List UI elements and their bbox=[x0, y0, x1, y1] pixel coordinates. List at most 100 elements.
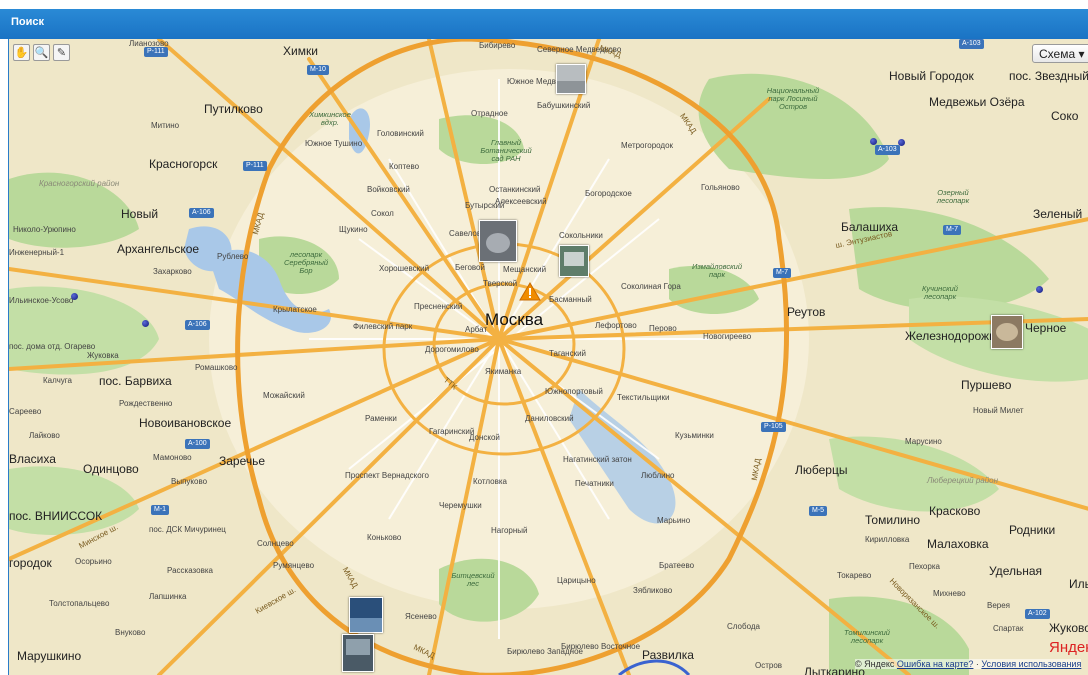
road-shield-m1: М-1 bbox=[151, 505, 170, 515]
city-barvikha: пос. Барвиха bbox=[99, 374, 172, 388]
district-label: Толстопальцево bbox=[49, 599, 110, 608]
district-label: Митино bbox=[151, 121, 180, 130]
district-label: Печатники bbox=[575, 479, 614, 488]
hand-tool-icon[interactable]: ✋ bbox=[13, 44, 30, 61]
district-label: Даниловский bbox=[525, 414, 574, 423]
district-label: Отрадное bbox=[471, 109, 508, 118]
district-label: Лефортово bbox=[595, 321, 637, 330]
district-label: Филевский парк bbox=[353, 322, 413, 331]
district-label: Якиманка bbox=[485, 367, 522, 376]
city-chernoe: Черное bbox=[1025, 321, 1067, 335]
district-label: Солнцево bbox=[257, 539, 294, 548]
map-marker-dot[interactable] bbox=[870, 138, 877, 145]
road-shield-p111: Р-111 bbox=[144, 47, 168, 57]
park-label: Битцевский лес bbox=[451, 571, 495, 588]
district-label: Выпуково bbox=[171, 477, 208, 486]
top-strip bbox=[0, 0, 1088, 9]
district-label: Котловка bbox=[473, 477, 508, 486]
district-label: Головинский bbox=[377, 129, 424, 138]
photo-marker[interactable] bbox=[479, 220, 517, 262]
city-novoivanovskoe: Новоивановское bbox=[139, 416, 232, 430]
map-viewport[interactable]: ✋ 🔍 ✎ Схема ▾ Москва Химки Красногорск А… bbox=[8, 39, 1088, 675]
road-shield-a102: А-102 bbox=[1025, 609, 1050, 619]
city-udelnaya: Удельная bbox=[989, 564, 1043, 578]
city-kraskovo: Красково bbox=[929, 504, 981, 518]
city-odintsovo: Одинцово bbox=[83, 462, 139, 476]
map-marker-dot[interactable] bbox=[71, 293, 78, 300]
ruler-icon[interactable]: ✎ bbox=[53, 44, 70, 61]
park-label: Национальный парк Лосиный Остров bbox=[766, 86, 820, 111]
district-label: Кузьминки bbox=[675, 431, 714, 440]
magnifier-icon[interactable]: 🔍 bbox=[33, 44, 50, 61]
district-label: Рассказовка bbox=[167, 566, 213, 575]
road-shield-m7: М-7 bbox=[773, 268, 792, 278]
district-label: Останкинский bbox=[489, 185, 541, 194]
district-label: Нагатинский затон bbox=[563, 455, 632, 464]
city-moscow: Москва bbox=[485, 310, 544, 329]
district-label: Румянцево bbox=[273, 561, 315, 570]
city-gorodok: городок bbox=[9, 556, 52, 570]
city-vniissok: пос. ВНИИССОК bbox=[9, 509, 103, 523]
map-toolbar: ✋ 🔍 ✎ bbox=[13, 44, 70, 61]
district-label: Тверской bbox=[483, 279, 518, 288]
map-error-link[interactable]: Ошибка на карте? bbox=[897, 659, 974, 669]
warning-marker-icon[interactable] bbox=[519, 282, 541, 301]
park-label: Главный Ботанический сад РАН bbox=[480, 138, 532, 163]
photo-marker[interactable] bbox=[991, 315, 1023, 349]
road-shield-m5: М-5 bbox=[809, 506, 828, 516]
city-razvilka: Развилка bbox=[642, 648, 694, 662]
district-label: Басманный bbox=[549, 295, 592, 304]
district-label: Зябликово bbox=[633, 586, 673, 595]
road-shield-m7: М-7 bbox=[943, 225, 962, 235]
district-label: Коптево bbox=[389, 162, 420, 171]
district-label: Токарево bbox=[837, 571, 872, 580]
photo-marker[interactable] bbox=[556, 64, 586, 94]
city-zvezdny: пос. Звездный bbox=[1009, 69, 1088, 83]
photo-marker[interactable] bbox=[349, 597, 383, 633]
district-label: Михнево bbox=[933, 589, 966, 598]
city-sokol: Соко bbox=[1051, 109, 1079, 123]
district-label: Спартак bbox=[993, 624, 1024, 633]
district-label: пос. дома отд. Огарево bbox=[9, 342, 96, 351]
district-label: Раменки bbox=[365, 414, 397, 423]
district-label: Крылатское bbox=[273, 305, 317, 314]
city-zelenyi: Зеленый bbox=[1033, 207, 1083, 221]
district-label: Марусино bbox=[905, 437, 942, 446]
district-label: Новогиреево bbox=[703, 332, 752, 341]
map-marker-dot[interactable] bbox=[142, 320, 149, 327]
city-krasnogorsk: Красногорск bbox=[149, 157, 218, 171]
yandex-logo: Яндекс bbox=[1049, 639, 1088, 656]
photo-marker[interactable] bbox=[342, 634, 374, 672]
forest-southwest bbox=[9, 466, 139, 535]
district-label: Внуково bbox=[115, 628, 146, 637]
map-marker-dot[interactable] bbox=[1036, 286, 1043, 293]
park-label: Химкинское вдхр. bbox=[309, 110, 351, 127]
park-label: Измайловский парк bbox=[691, 262, 743, 279]
photo-marker[interactable] bbox=[559, 245, 589, 277]
district-label: Гольяново bbox=[701, 183, 740, 192]
district-label: Сокольники bbox=[559, 231, 603, 240]
city-tomilino: Томилино bbox=[865, 513, 921, 527]
terms-link[interactable]: Условия использования bbox=[981, 659, 1081, 669]
district-label: Захарково bbox=[153, 267, 192, 276]
park-label: лесопарк Серебряный Бор bbox=[283, 250, 329, 275]
district-label: Ильинское-Усово bbox=[9, 296, 74, 305]
map-marker-dot[interactable] bbox=[898, 139, 905, 146]
city-noviy: Новый bbox=[121, 207, 159, 221]
district-label: Беговой bbox=[455, 263, 485, 272]
district-label: Люблино bbox=[641, 471, 675, 480]
district-label: Ясенево bbox=[405, 612, 437, 621]
city-lyubertsy: Люберцы bbox=[795, 463, 848, 477]
district-label: Рублево bbox=[217, 252, 249, 261]
road-shield-m10: М-10 bbox=[307, 65, 329, 75]
city-noviy-gorodok: Новый Городок bbox=[889, 69, 974, 83]
district-label: Кирилловка bbox=[865, 535, 910, 544]
district-label: Мещанский bbox=[503, 265, 547, 274]
district-label: Калчуга bbox=[43, 376, 72, 385]
road-shield-a106: А-106 bbox=[189, 208, 214, 218]
search-header: Поиск bbox=[0, 9, 1088, 39]
district-label: Мамоново bbox=[153, 453, 192, 462]
map-type-select[interactable]: Схема ▾ bbox=[1032, 44, 1088, 63]
district-label: Таганский bbox=[549, 349, 587, 358]
district-label: Верея bbox=[987, 601, 1011, 610]
